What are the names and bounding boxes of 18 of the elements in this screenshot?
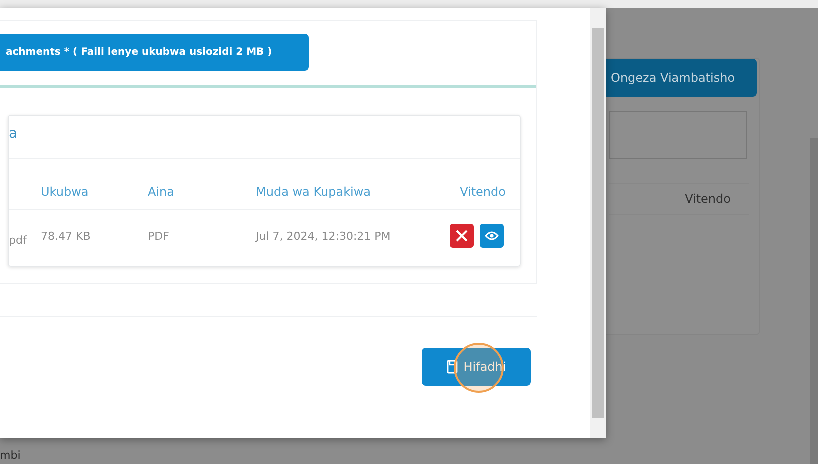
eye-icon	[485, 231, 499, 241]
column-header: Aina	[148, 159, 256, 210]
upload-attachments-button[interactable]: achments * ( Faili lenye ukubwa usiozidi 2 MB )	[0, 34, 309, 71]
view-button[interactable]	[480, 224, 504, 248]
column-header: Ukubwa	[41, 159, 148, 210]
table-cell-text: Jul 7, 2024, 12:30:21 PM	[256, 228, 392, 244]
column-header: Muda wa Kupakiwa	[256, 159, 436, 210]
table-cell-text: PDF	[148, 228, 170, 244]
close-icon	[456, 230, 468, 242]
table-cell-text: 78.47 KB	[41, 228, 92, 244]
column-header: Vitendo	[436, 159, 520, 210]
file-input-field[interactable]	[609, 111, 747, 159]
table-header: Vitendo	[609, 183, 749, 215]
footer-text: mbi	[0, 449, 22, 464]
card-title: a	[9, 126, 18, 142]
delete-button[interactable]	[450, 224, 474, 248]
scrollbar[interactable]	[592, 28, 604, 418]
table-cell-text: pdf	[9, 232, 28, 248]
